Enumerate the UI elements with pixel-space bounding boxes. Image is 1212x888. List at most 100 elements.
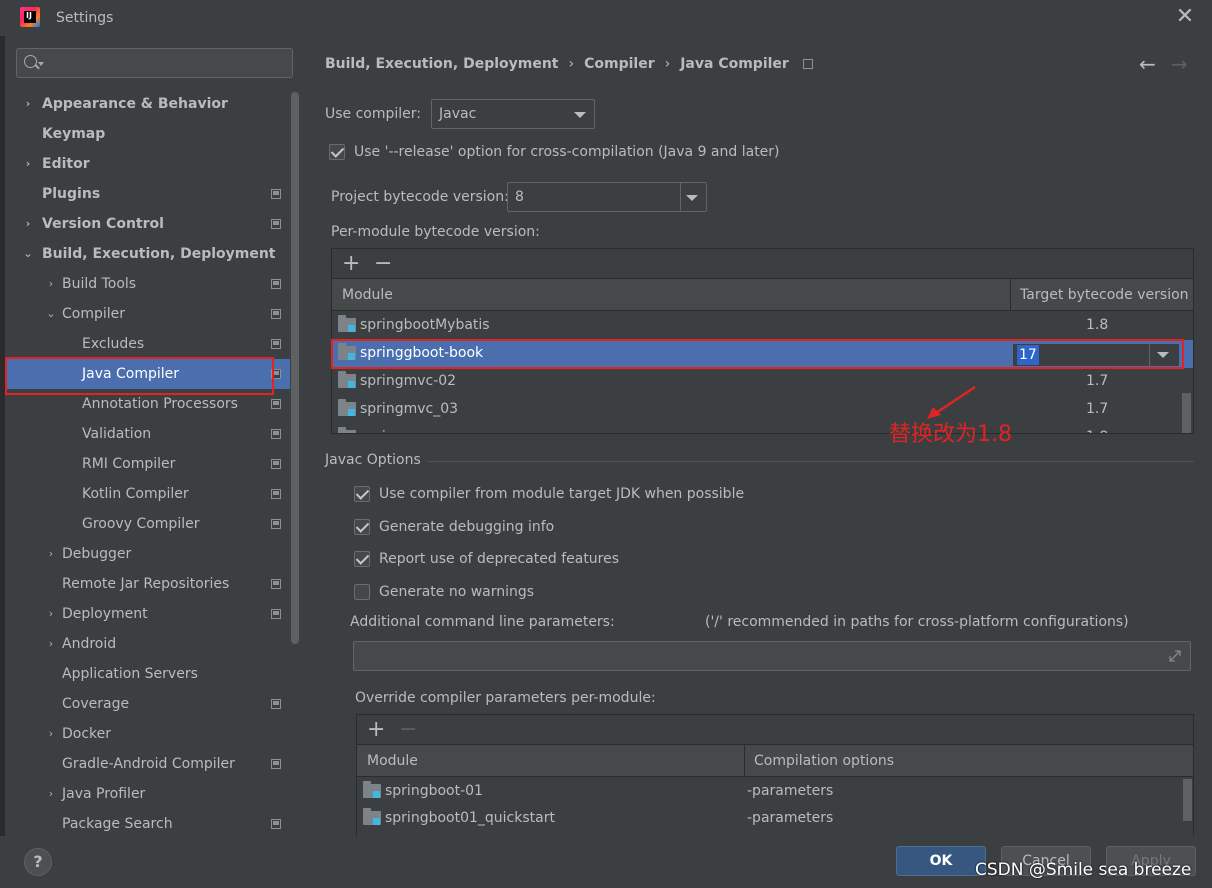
table-row[interactable]: springmvc-02 1.7	[332, 368, 1193, 396]
use-compiler-label: Use compiler:	[325, 106, 422, 122]
back-arrow-icon[interactable]: ←	[1139, 52, 1156, 76]
annotation-arrow-icon	[927, 385, 976, 419]
chevron-right-icon[interactable]: ›	[45, 599, 57, 629]
remove-override-button[interactable]: −	[399, 717, 417, 743]
project-scope-icon	[271, 489, 281, 499]
report-use-of-deprecated-features-label: Report use of deprecated features	[379, 551, 620, 567]
sidebar-scrollbar[interactable]	[291, 92, 299, 644]
target-bytecode-value[interactable]: 1.7	[1086, 373, 1108, 389]
column-module[interactable]: Module	[367, 753, 418, 769]
sidebar-item-build-tools[interactable]: › Build Tools	[5, 269, 290, 299]
help-button[interactable]: ?	[24, 848, 52, 876]
ok-button[interactable]: OK	[896, 846, 986, 876]
target-bytecode-value[interactable]: 1.8	[1086, 429, 1108, 433]
chevron-right-icon[interactable]: ›	[45, 629, 57, 659]
sidebar-item-android[interactable]: › Android	[5, 629, 290, 659]
sidebar-item-build-execution-deployment[interactable]: ⌄ Build, Execution, Deployment	[5, 239, 290, 269]
close-icon[interactable]: ✕	[1174, 6, 1196, 28]
add-override-button[interactable]: +	[367, 717, 385, 743]
chevron-right-icon[interactable]: ›	[45, 779, 57, 809]
column-divider[interactable]	[744, 745, 745, 777]
project-scope-icon	[271, 579, 281, 589]
title-bar: IJ Settings ✕	[0, 0, 1212, 36]
chevron-right-icon[interactable]: ›	[45, 539, 57, 569]
column-module[interactable]: Module	[342, 287, 393, 303]
module-name: springmvc-02	[360, 373, 457, 389]
sidebar-item-deployment[interactable]: › Deployment	[5, 599, 290, 629]
breadcrumb-compiler: Compiler	[584, 56, 655, 72]
target-bytecode-value[interactable]: 1.7	[1086, 401, 1108, 417]
sidebar-item-validation[interactable]: Validation	[5, 419, 290, 449]
chevron-right-icon[interactable]: ›	[45, 269, 57, 299]
use-compiler-from-module-target-jdk-when-possible-checkbox[interactable]	[354, 486, 370, 502]
chevron-right-icon[interactable]: ›	[22, 89, 34, 119]
report-use-of-deprecated-features-checkbox[interactable]	[354, 551, 370, 567]
table-row[interactable]: springmvc_03 1.7	[332, 396, 1193, 424]
project-scope-icon	[271, 339, 281, 349]
table-row[interactable]: springboot-01 -parameters	[357, 778, 1193, 806]
project-bytecode-dropdown[interactable]: 8	[507, 182, 707, 212]
sidebar-item-label: Gradle-Android Compiler	[62, 756, 235, 772]
release-option-checkbox[interactable]	[329, 144, 345, 160]
sidebar-item-plugins[interactable]: Plugins	[5, 179, 290, 209]
search-history-chevron-icon[interactable]	[38, 62, 44, 66]
sidebar-item-remote-jar-repositories[interactable]: Remote Jar Repositories	[5, 569, 290, 599]
column-divider[interactable]	[1010, 279, 1011, 311]
sidebar-item-rmi-compiler[interactable]: RMI Compiler	[5, 449, 290, 479]
sidebar-item-compiler[interactable]: ⌄ Compiler	[5, 299, 290, 329]
chevron-right-icon[interactable]: ›	[22, 149, 34, 179]
sidebar-item-docker[interactable]: › Docker	[5, 719, 290, 749]
compilation-options-value[interactable]: -parameters	[747, 783, 833, 799]
sidebar-item-appearance-behavior[interactable]: › Appearance & Behavior	[5, 89, 290, 119]
column-compilation-options[interactable]: Compilation options	[754, 753, 894, 769]
sidebar-item-groovy-compiler[interactable]: Groovy Compiler	[5, 509, 290, 539]
additional-params-label: Additional command line parameters:	[350, 614, 615, 630]
chevron-right-icon[interactable]: ›	[22, 209, 34, 239]
dropdown-separator	[680, 183, 681, 211]
table-header: Module Target bytecode version	[332, 279, 1193, 311]
table-row[interactable]: springbootMybatis 1.8	[332, 312, 1193, 340]
sidebar-item-label: Editor	[42, 156, 90, 172]
table-scrollbar[interactable]	[1182, 393, 1191, 433]
module-name: springboot-01	[385, 783, 483, 799]
sidebar-item-package-search[interactable]: Package Search	[5, 809, 290, 839]
chevron-right-icon[interactable]: ›	[45, 719, 57, 749]
table-scrollbar[interactable]	[1183, 779, 1192, 821]
search-input[interactable]	[16, 48, 293, 78]
generate-no-warnings-checkbox[interactable]	[354, 583, 370, 600]
column-target-bytecode[interactable]: Target bytecode version	[1020, 287, 1189, 303]
target-bytecode-value[interactable]: 1.8	[1086, 317, 1108, 333]
chevron-down-icon[interactable]: ⌄	[45, 299, 57, 329]
sidebar-item-editor[interactable]: › Editor	[5, 149, 290, 179]
sidebar-item-label: Appearance & Behavior	[42, 96, 228, 112]
sidebar-item-gradle-android-compiler[interactable]: Gradle-Android Compiler	[5, 749, 290, 779]
use-compiler-dropdown[interactable]: Javac	[431, 99, 595, 129]
sidebar-item-version-control[interactable]: › Version Control	[5, 209, 290, 239]
module-name: springmvc_com	[360, 429, 470, 433]
table-row[interactable]: springmvc_com 1.8	[332, 424, 1193, 433]
sidebar-item-java-profiler[interactable]: › Java Profiler	[5, 779, 290, 809]
project-scope-icon	[271, 219, 281, 229]
sidebar-item-coverage[interactable]: Coverage	[5, 689, 290, 719]
sidebar-item-application-servers[interactable]: Application Servers	[5, 659, 290, 689]
selected-row-highlight-box	[331, 339, 1184, 369]
sidebar-item-keymap[interactable]: Keymap	[5, 119, 290, 149]
chevron-down-icon[interactable]: ⌄	[22, 239, 34, 269]
table-row[interactable]: springboot01_quickstart -parameters	[357, 805, 1193, 833]
remove-module-button[interactable]: −	[374, 251, 392, 277]
settings-content: Build, Execution, Deployment › Compiler › Ja…	[303, 40, 1212, 840]
additional-params-input[interactable]	[353, 641, 1191, 671]
breadcrumb: Build, Execution, Deployment › Compiler › Ja…	[325, 56, 813, 72]
module-folder-icon	[363, 808, 381, 825]
forward-arrow-icon[interactable]: →	[1171, 52, 1188, 76]
search-icon	[24, 55, 37, 68]
expand-icon[interactable]	[1168, 649, 1182, 663]
add-module-button[interactable]: +	[342, 251, 360, 277]
sidebar-item-debugger[interactable]: › Debugger	[5, 539, 290, 569]
generate-debugging-info-checkbox[interactable]	[354, 518, 370, 535]
sidebar-item-label: Compiler	[62, 306, 126, 322]
compilation-options-value[interactable]: -parameters	[747, 810, 833, 826]
sidebar-item-excludes[interactable]: Excludes	[5, 329, 290, 359]
sidebar-item-kotlin-compiler[interactable]: Kotlin Compiler	[5, 479, 290, 509]
release-option-label: Use '--release' option for cross-compila…	[354, 144, 780, 160]
